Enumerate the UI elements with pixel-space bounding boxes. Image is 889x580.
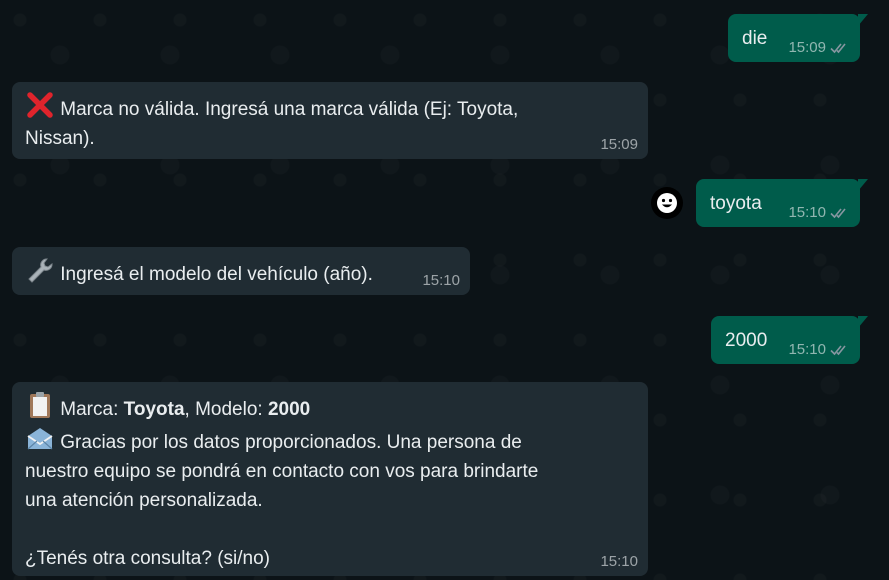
marca-value: Toyota [123,399,185,420]
envelope-icon [27,428,53,450]
message-time: 15:10 [788,204,826,221]
clipboard-icon [30,392,50,418]
modelo-label: , Modelo: [184,399,268,420]
message-incoming[interactable]: Marca: Toyota, Modelo: 2000 Gracias por … [12,382,648,576]
message-text-line: nuestro equipo se pondrá en contacto con… [25,461,539,482]
bubble-tail [858,14,868,26]
message-time: 15:09 [600,136,638,153]
cross-mark-icon [27,92,53,118]
message-time: 15:10 [600,553,638,570]
message-meta: 15:10 [788,205,850,221]
message-incoming[interactable]: Marca no válida. Ingresá una marca válid… [12,82,648,159]
message-meta: 15:10 [600,554,638,570]
message-outgoing[interactable]: 2000 15:10 [711,316,868,364]
message-outgoing[interactable]: die 15:09 [728,14,868,62]
message-text: 2000 [725,330,768,351]
message-time: 15:10 [422,272,460,289]
message-text: toyota [710,193,762,214]
message-text-line: Marca no válida. Ingresá una marca válid… [60,99,519,120]
bubble-tail [858,179,868,191]
smiley-avatar-icon [651,187,683,219]
modelo-value: 2000 [267,399,311,420]
message-text: die [742,28,768,49]
message-text-line: Gracias por los datos proporcionados. Un… [60,432,522,453]
message-text: Ingresá el modelo del vehículo (año). [60,264,373,285]
message-text-line: una atención personalizada. [25,490,263,511]
message-text-line: Nissan). [25,128,95,149]
message-time: 15:10 [788,341,826,358]
message-incoming[interactable]: Ingresá el modelo del vehículo (año). 15… [12,247,470,295]
marca-label: Marca: [60,399,124,420]
double-check-icon [830,43,846,54]
wrench-icon [28,258,53,283]
message-meta: 15:10 [422,273,460,289]
message-text-line: ¿Tenés otra consulta? (si/no) [25,548,271,569]
message-outgoing[interactable]: toyota 15:10 [696,179,868,227]
message-time: 15:09 [788,39,826,56]
double-check-icon [830,208,846,219]
smiley-face-icon [657,193,677,213]
double-check-icon [830,345,846,356]
message-meta: 15:09 [600,137,638,153]
bubble-tail [858,316,868,328]
message-meta: 15:09 [788,40,850,56]
message-meta: 15:10 [788,342,850,358]
